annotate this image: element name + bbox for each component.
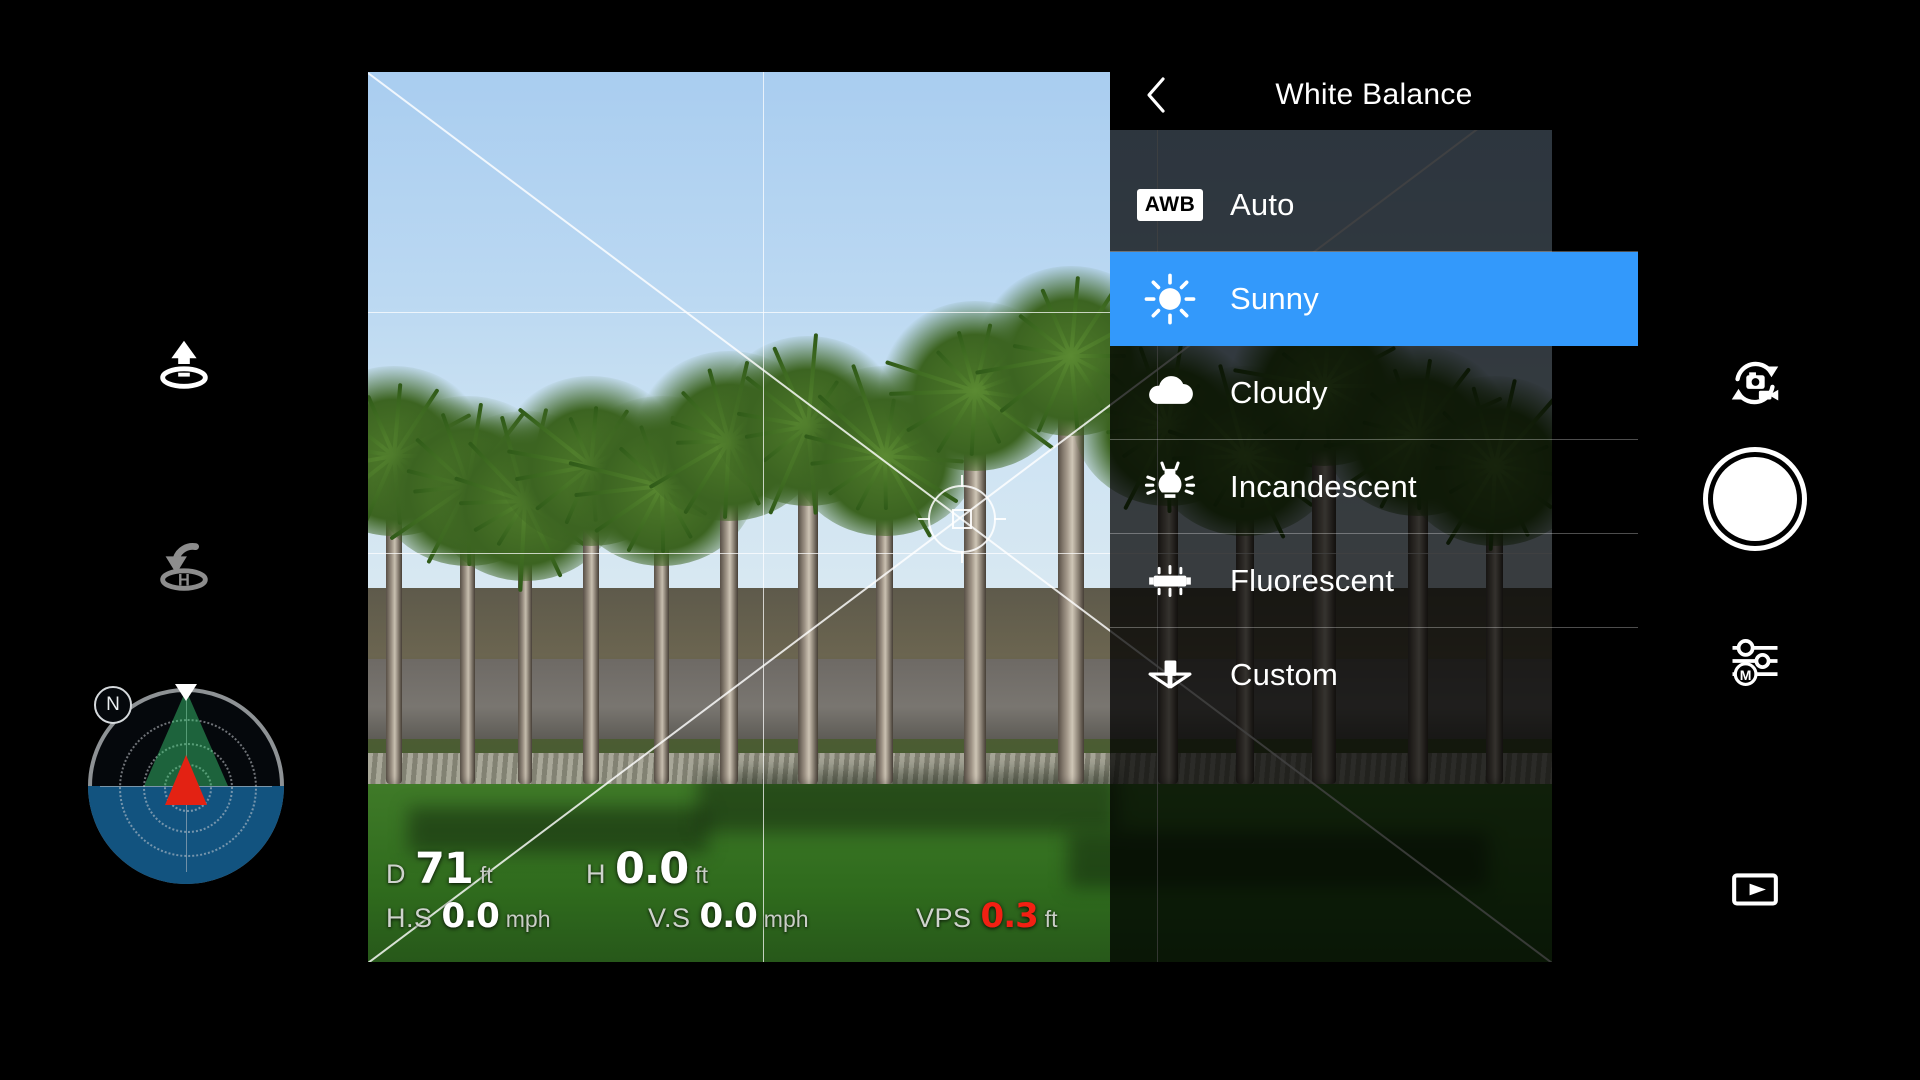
wb-option-label: Auto [1230,187,1295,222]
telemetry-horizontal-speed: H.S 0.0 mph [386,896,648,936]
wb-option-label: Incandescent [1230,469,1417,504]
app-root: D 71 ft H 0.0 ft H.S 0.0 mph V.S 0.0 mph… [0,0,1920,1080]
chevron-left-icon [1147,77,1165,113]
aircraft-arrow-icon [165,755,207,805]
vps-value: 0.3 [980,896,1039,936]
height-value: 0.0 [615,844,689,894]
telemetry-height: H 0.0 ft [586,844,708,894]
vps-label: VPS [916,903,972,933]
radar-compass[interactable]: N [88,684,284,884]
vs-value: 0.0 [699,896,758,936]
left-control-rail: H N [0,0,368,1080]
playback-icon [1732,873,1778,906]
shutter-button[interactable] [1708,452,1802,546]
north-marker-icon [175,684,197,701]
vps-unit: ft [1044,906,1058,932]
vs-unit: mph [763,906,809,932]
photo-video-switch-icon [1731,361,1779,405]
right-control-rail: M [1552,0,1920,1080]
hs-value: 0.0 [441,896,500,936]
takeoff-button[interactable] [138,318,230,410]
wb-option-icon: AWB [1110,158,1230,252]
wb-option-icon [1110,628,1230,722]
telemetry-vertical-speed: V.S 0.0 mph [648,896,916,936]
telemetry-distance: D 71 ft [386,844,586,894]
distance-value: 71 [415,844,474,894]
svg-text:M: M [1740,667,1752,683]
svg-text:H: H [178,571,190,589]
focus-reticle-center [952,509,972,529]
wb-option-icon [1110,346,1230,440]
ground-shadow [698,772,1118,832]
hs-unit: mph [505,906,551,932]
camera-settings-button[interactable]: M [1712,618,1798,704]
awb-badge-icon: AWB [1136,189,1204,221]
sliders-manual-icon: M [1732,638,1778,687]
wb-option-label: Fluorescent [1230,563,1395,598]
vs-label: V.S [648,903,691,933]
cloud-icon [1149,376,1193,404]
height-unit: ft [695,862,708,888]
shutter-icon [1713,457,1797,541]
camera-video-toggle[interactable] [1712,340,1798,426]
return-to-home-icon: H [160,543,208,591]
custom-wb-icon [1148,660,1192,689]
lightbulb-icon [1144,461,1196,498]
sun-icon [1144,273,1196,325]
height-label: H [586,859,606,889]
wb-option-icon [1110,534,1230,628]
fluorescent-tube-icon [1149,565,1191,597]
playback-button[interactable] [1712,846,1798,932]
takeoff-icon [160,340,208,389]
telemetry-vps: VPS 0.3 ft [916,896,1058,936]
distance-label: D [386,859,406,889]
wb-option-icon [1110,252,1230,346]
return-to-home-button[interactable]: H [138,520,230,612]
wb-option-label: Sunny [1230,281,1319,316]
distance-unit: ft [479,862,493,888]
wb-option-label: Cloudy [1230,375,1328,410]
back-button[interactable] [1122,60,1190,130]
wb-option-label: Custom [1230,657,1339,692]
hs-label: H.S [386,903,433,933]
north-label: N [94,686,132,724]
wb-option-icon [1110,440,1230,534]
